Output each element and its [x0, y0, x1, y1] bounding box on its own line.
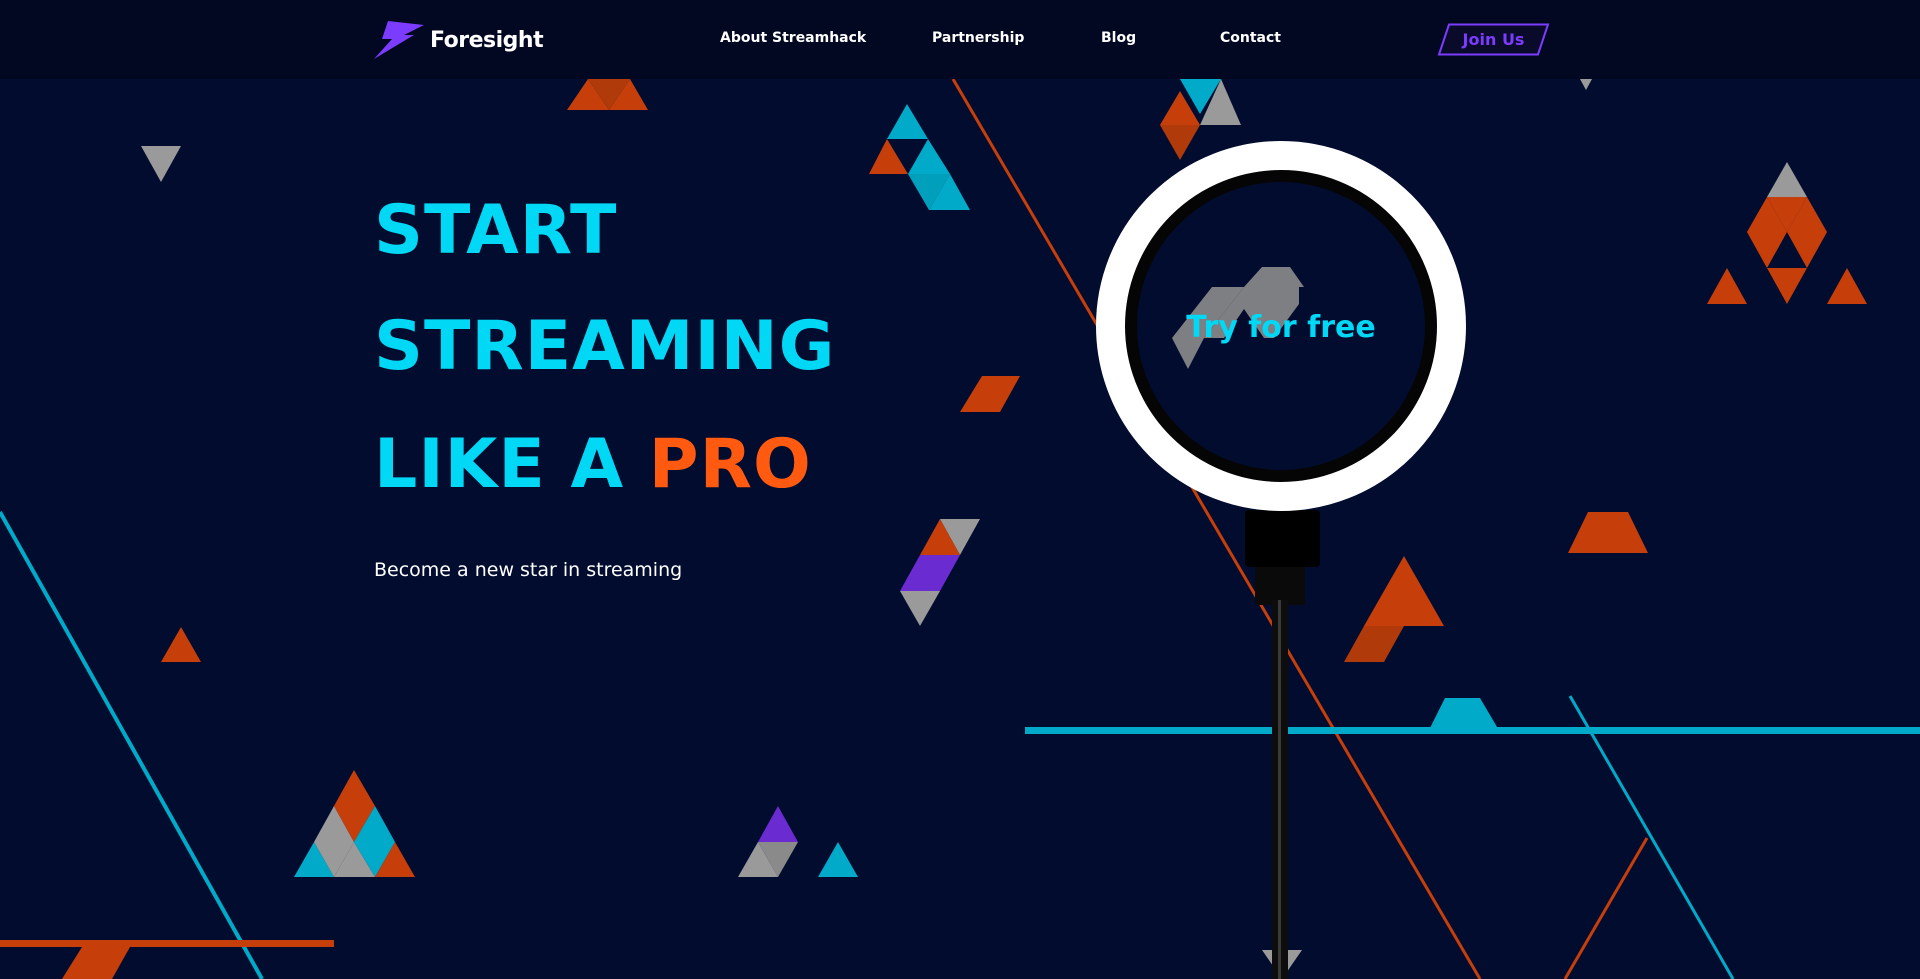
cyan-triangle — [908, 139, 950, 174]
landing-page: Foresight About Streamhack Partnership B… — [0, 0, 1920, 979]
nav-link-partnership[interactable]: Partnership — [932, 30, 1024, 46]
orange-triangle — [1364, 556, 1444, 626]
lightning-bolt-icon — [374, 21, 424, 59]
gray-triangle — [141, 146, 181, 182]
nav-link-contact[interactable]: Contact — [1220, 30, 1281, 46]
brand-logo[interactable]: Foresight — [374, 20, 544, 60]
ring-light-mount — [1255, 567, 1305, 605]
nav-link-about-streamhack[interactable]: About Streamhack — [720, 30, 866, 46]
join-us-button[interactable]: Join Us — [1437, 23, 1550, 56]
top-navigation-bar: Foresight About Streamhack Partnership B… — [0, 0, 1920, 79]
hero-subtitle: Become a new star in streaming — [374, 559, 683, 581]
cyan-diagonal-line — [0, 511, 264, 979]
hero-title-prefix: LIKE A — [374, 425, 649, 504]
orange-shard — [960, 376, 1020, 412]
orange-triangle — [161, 627, 201, 662]
hero-title-line-3: LIKE A PRO — [374, 431, 812, 499]
orange-triangle — [1787, 232, 1827, 268]
cyan-triangle — [887, 104, 928, 139]
ring-light-clamp — [1245, 510, 1320, 567]
gray-triangle — [1580, 79, 1592, 90]
cyan-triangle — [818, 842, 858, 877]
purple-shard — [900, 555, 960, 591]
hero-title-line-2: STREAMING — [374, 307, 836, 386]
purple-triangle — [758, 806, 798, 842]
brand-name: Foresight — [430, 27, 544, 53]
orange-shard — [1344, 626, 1404, 662]
orange-triangle — [869, 139, 908, 174]
orange-triangle — [1747, 232, 1787, 268]
cyan-shard — [1428, 698, 1500, 732]
gray-triangle — [1767, 162, 1807, 197]
gray-triangle — [900, 591, 940, 626]
orange-shard — [62, 947, 130, 979]
hero-title-line-1: START — [374, 191, 618, 270]
try-for-free-button[interactable]: Try for free — [1094, 139, 1468, 513]
orange-triangle — [1827, 268, 1867, 304]
try-for-free-label: Try for free — [1186, 310, 1376, 345]
orange-diagonal-line — [1563, 837, 1649, 979]
background-geometric-art — [0, 78, 1920, 979]
orange-triangle — [1767, 268, 1807, 304]
orange-triangle — [1568, 512, 1648, 553]
cyan-diagonal-line — [1568, 695, 1735, 979]
orange-triangle — [334, 770, 375, 806]
ring-light-pole-highlight — [1278, 600, 1281, 979]
join-us-label: Join Us — [1462, 30, 1525, 49]
ring-decor-shape — [1244, 267, 1304, 287]
nav-link-blog[interactable]: Blog — [1101, 30, 1136, 46]
hero-title-accent: PRO — [648, 425, 812, 504]
orange-horizontal-bar — [0, 940, 334, 947]
orange-triangle — [1707, 268, 1747, 304]
